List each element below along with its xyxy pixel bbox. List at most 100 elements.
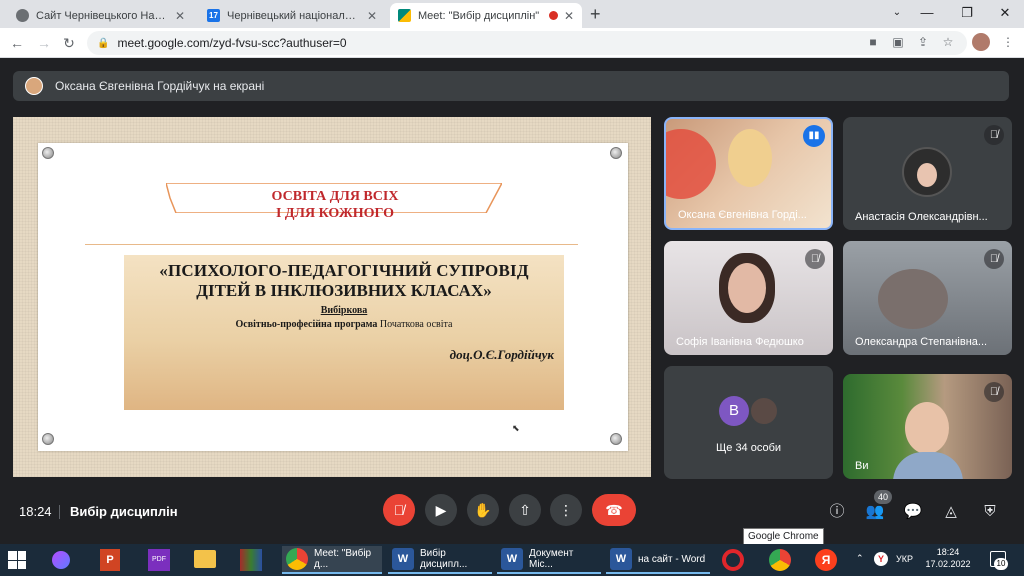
yandex-icon[interactable]: Я [815,549,837,571]
slide-author: доц.О.Є.Гордійчук [449,347,554,362]
avatar: B [719,396,749,426]
close-icon[interactable]: ✕ [175,9,185,23]
bookmark-star-icon[interactable]: ☆ [940,35,956,49]
mic-off-icon: 🎙̸ [984,382,1004,402]
participant-name: Ви [855,460,869,472]
participant-tile[interactable]: 🎙̸ Ви [843,374,1012,479]
participant-tile[interactable]: 🎙̸ Софія Іванівна Федюшко [664,241,833,355]
opera-icon[interactable] [722,549,744,571]
tab-title: Сайт Чернівецького Національ [36,9,169,22]
yandex-tray-icon[interactable]: Y [874,552,888,566]
raise-hand-button[interactable]: ✋ [467,494,499,526]
close-icon[interactable]: ✕ [367,9,377,23]
pin-icon [610,147,622,159]
window-close-button[interactable]: ✕ [988,0,1022,28]
people-icon[interactable]: 👥 [865,502,885,522]
tray-chevron-icon[interactable]: ⌃ [856,553,864,564]
participant-tile[interactable]: ▮▮ Оксана Євгенівна Горді... [664,117,833,230]
back-icon[interactable]: ← [8,34,26,52]
participant-name: Софія Іванівна Федюшко [676,336,804,348]
tab-search-icon[interactable]: ⌄ [880,0,914,28]
reload-icon[interactable]: ↻ [60,34,78,52]
host-controls-icon[interactable]: ⛨ [980,502,1000,522]
alice-icon[interactable] [52,551,70,569]
slide-page: ОСВІТА ДЛЯ ВСІХ І ДЛЯ КОЖНОГО «ПСИХОЛОГО… [38,143,628,451]
participant-face [878,269,948,329]
menu-dots-icon[interactable]: ⋮ [1000,35,1016,49]
mic-off-icon: 🎙̸ [984,249,1004,269]
tab-title: Meet: "Вибір дисциплін" [418,9,540,22]
translate-icon[interactable]: ▣ [890,35,906,49]
browser-tab-3[interactable]: Meet: "Вибір дисциплін" ✕ [390,3,582,28]
presenting-label: Оксана Євгенівна Гордійчук на екрані [55,79,265,93]
course-type: Вибіркова [320,305,368,316]
folder-icon[interactable] [194,550,216,568]
chat-icon[interactable]: 💬 [903,502,923,522]
more-options-button[interactable]: ⋮ [550,494,582,526]
word-icon: W [610,548,632,570]
participant-face [728,263,766,313]
participant-tile[interactable]: 🎙̸ Олександра Степанівна... [843,241,1012,355]
avatar [749,396,779,426]
meet-window: Оксана Євгенівна Гордійчук на екрані ОСВ… [0,58,1024,544]
more-participants-label: Ще 34 особи [715,442,782,454]
speaking-indicator-icon: ▮▮ [803,125,825,147]
meeting-name: Вибір дисциплін [70,504,178,519]
activities-icon[interactable]: ◬ [941,502,961,522]
restore-button[interactable]: ❐ [950,0,984,28]
word-icon: W [392,548,414,570]
new-tab-button[interactable]: + [590,4,601,25]
share-icon[interactable]: ⇪ [915,35,931,49]
profile-avatar[interactable] [972,33,990,51]
taskbar-app[interactable]: Meet: "Вибір д... [282,546,382,574]
globe-icon [16,9,29,22]
divider [59,505,60,519]
keyboard-language[interactable]: УКР [896,554,913,564]
pdf-icon[interactable]: PDF [148,549,170,571]
slide-title-line2: І ДЛЯ КОЖНОГО [275,206,395,221]
lock-icon: 🔒 [97,37,110,49]
minimize-button[interactable]: — [910,0,944,28]
chrome-icon[interactable] [769,549,791,571]
address-bar[interactable]: 🔒 meet.google.com/zyd-fvsu-scc?authuser=… [87,31,967,55]
url-text: meet.google.com/zyd-fvsu-scc?authuser=0 [117,36,347,50]
taskbar-app[interactable]: W Документ Міс... [497,546,601,574]
mouse-cursor-icon: ⬉ [512,423,520,433]
winrar-icon[interactable] [240,549,262,571]
program-label: Освітньо-професійна програма [235,319,378,330]
participant-face [905,402,949,454]
participant-face [728,129,772,187]
participant-tile[interactable]: 🎙̸ Анастасія Олександрівн... [843,117,1012,230]
clock-date: 17.02.2022 [925,559,971,569]
close-icon[interactable]: ✕ [564,9,574,23]
windows-start-icon[interactable] [8,551,26,569]
calendar-icon: 17 [207,9,220,22]
avatar [902,147,952,197]
taskbar-app[interactable]: W на сайт - Word [606,546,710,574]
browser-tab-1[interactable]: Сайт Чернівецького Національ ✕ [8,3,193,28]
taskbar-app[interactable]: W Вибір дисципл... [388,546,492,574]
more-participants-tile[interactable]: B Ще 34 особи [664,366,833,479]
people-count-badge: 40 [874,490,892,504]
avatar [25,77,43,95]
pin-icon [42,147,54,159]
camera-icon[interactable]: ■ [865,35,881,49]
course-box: «ПСИХОЛОГО-ПЕДАГОГІЧНИЙ СУПРОВІД ДІТЕЙ В… [124,255,564,410]
taskbar-clock[interactable]: 18:24 17.02.2022 [922,547,974,569]
powerpoint-icon[interactable]: P [100,549,120,571]
leave-call-button[interactable]: ☎ [592,494,636,526]
divider [85,244,578,245]
browser-tab-strip: Сайт Чернівецького Національ ✕ 17 Чернів… [0,0,1024,28]
slide-title-line1: ОСВІТА ДЛЯ ВСІХ [271,189,399,204]
participant-name: Оксана Євгенівна Горді... [678,209,807,221]
chrome-icon [286,548,308,570]
mic-toggle-button[interactable]: 🎙̸ [383,494,415,526]
pin-icon [42,433,54,445]
camera-toggle-button[interactable]: ▶ [425,494,457,526]
browser-tab-2[interactable]: 17 Чернівецький національний ун ✕ [199,3,385,28]
present-screen-button[interactable]: ⇧ [509,494,541,526]
meeting-details-icon[interactable]: ⓘ [827,502,847,522]
background-logo [666,129,716,199]
mic-off-icon: 🎙̸ [805,249,825,269]
forward-icon[interactable]: → [35,34,53,52]
